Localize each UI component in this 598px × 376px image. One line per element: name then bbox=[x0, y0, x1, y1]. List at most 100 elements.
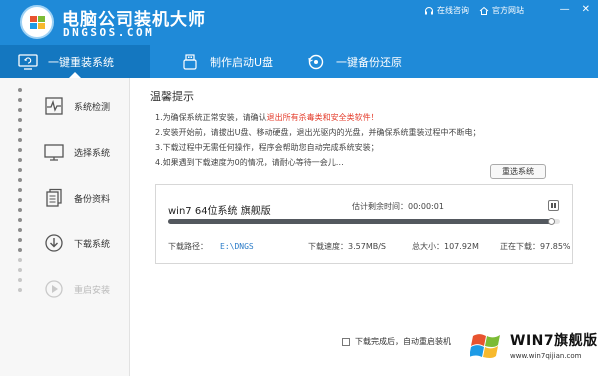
size-value: 107.92M bbox=[444, 242, 479, 251]
site-watermark: WIN7旗舰版 www.win7qijian.com bbox=[462, 320, 598, 376]
backup-restore-icon bbox=[308, 54, 324, 69]
windows-logo-icon bbox=[30, 16, 46, 30]
progress-dot bbox=[18, 208, 22, 212]
tip-text: 4.如果遇到下载速度为0的情况，请耐心等待一会儿… bbox=[155, 158, 344, 167]
progress-dot bbox=[18, 108, 22, 112]
tip-text: 3.下载过程中无需任何操作，程序会帮助您自动完成系统安装； bbox=[155, 143, 379, 152]
app-domain: DNGSOS.COM bbox=[63, 26, 155, 39]
progress-dot bbox=[18, 158, 22, 162]
tip-text: 1.为确保系统正常安装，请确认 bbox=[155, 113, 267, 122]
main-tabs: 一键重装系统 制作启动U盘 一键备份还原 bbox=[0, 45, 598, 78]
step-label: 系统检测 bbox=[74, 102, 111, 113]
auto-reboot-label: 下载完成后，自动重启装机 bbox=[355, 337, 451, 346]
progress-dot bbox=[18, 128, 22, 132]
step-label: 选择系统 bbox=[74, 148, 111, 159]
remaining-time: 估计剩余时间：00:00:01 bbox=[352, 201, 444, 212]
progress-dot bbox=[18, 178, 22, 182]
progress-dot bbox=[18, 88, 22, 92]
path-label: 下载路径： bbox=[168, 242, 208, 251]
step-system-check: 系统检测 bbox=[44, 96, 110, 116]
watermark-text: WIN7旗舰版 bbox=[510, 333, 598, 349]
progress-dot bbox=[18, 198, 22, 202]
download-path: 下载路径： E:\DNGS bbox=[168, 241, 254, 252]
usb-drive-icon bbox=[183, 53, 197, 70]
tab-reinstall-system[interactable]: 一键重装系统 bbox=[0, 45, 150, 78]
system-name: win7 64位系统 旗舰版 bbox=[168, 206, 271, 217]
size-label: 总大小： bbox=[412, 242, 444, 251]
reselect-system-button[interactable]: 重选系统 bbox=[490, 164, 546, 179]
tab-backup-restore[interactable]: 一键备份还原 bbox=[280, 45, 420, 78]
speed-value: 3.57MB/S bbox=[348, 242, 386, 251]
progress-dot bbox=[18, 238, 22, 242]
tip-item: 4.如果遇到下载速度为0的情况，请耐心等待一会儿… bbox=[155, 155, 480, 170]
watermark-url: www.win7qijian.com bbox=[510, 352, 582, 360]
step-restart-install: 重启安装 bbox=[44, 279, 110, 299]
tip-item: 1.为确保系统正常安装，请确认退出所有杀毒类和安全类软件！ bbox=[155, 110, 480, 125]
progress-knob bbox=[547, 218, 555, 225]
pause-button[interactable] bbox=[548, 200, 559, 211]
step-download-system: 下载系统 bbox=[44, 233, 110, 253]
status-value: 97.85% bbox=[540, 242, 571, 251]
tip-title: 温馨提示 bbox=[150, 90, 194, 103]
total-size: 总大小：107.92M bbox=[412, 241, 479, 252]
status-label: 正在下载： bbox=[500, 242, 540, 251]
monitor-icon bbox=[44, 144, 64, 161]
house-icon bbox=[479, 6, 489, 15]
remaining-label: 估计剩余时间： bbox=[352, 202, 408, 211]
step-backup-data: 备份资料 bbox=[44, 188, 110, 208]
step-label: 下载系统 bbox=[74, 239, 111, 250]
tip-item: 3.下载过程中无需任何操作，程序会帮助您自动完成系统安装； bbox=[155, 140, 480, 155]
window-controls: — ✕ bbox=[560, 4, 590, 15]
tip-warning: 退出所有杀毒类和安全类软件！ bbox=[266, 113, 379, 122]
app-header: 电脑公司装机大师 DNGSOS.COM 在线咨询 官方网站 — ✕ 一键重装系统… bbox=[0, 0, 598, 78]
top-links: 在线咨询 官方网站 bbox=[424, 5, 524, 16]
speed-label: 下载速度： bbox=[308, 242, 348, 251]
progress-fill bbox=[168, 219, 552, 224]
tip-item: 2.安装开始前，请拔出U盘、移动硬盘，退出光驱内的光盘，并确保系统重装过程中不断… bbox=[155, 125, 480, 140]
progress-dot bbox=[18, 188, 22, 192]
monitor-refresh-icon bbox=[18, 53, 38, 70]
progress-dot bbox=[18, 288, 22, 292]
tip-text: 2.安装开始前，请拔出U盘、移动硬盘，退出光驱内的光盘，并确保系统重装过程中不断… bbox=[155, 128, 481, 137]
tips-list: 1.为确保系统正常安装，请确认退出所有杀毒类和安全类软件！ 2.安装开始前，请拔… bbox=[155, 110, 480, 170]
online-consult-link[interactable]: 在线咨询 bbox=[424, 5, 469, 16]
download-panel: win7 64位系统 旗舰版 估计剩余时间：00:00:01 下载路径： E:\D… bbox=[155, 184, 573, 264]
steps-sidebar: 系统检测 选择系统 备份资料 下载系统 重启安装 bbox=[0, 78, 130, 376]
pulse-check-icon bbox=[45, 97, 63, 115]
close-button[interactable]: ✕ bbox=[582, 4, 590, 15]
minimize-button[interactable]: — bbox=[560, 4, 570, 15]
progress-dot bbox=[18, 268, 22, 272]
online-consult-label: 在线咨询 bbox=[437, 6, 469, 15]
progress-dot bbox=[18, 258, 22, 262]
auto-reboot-checkbox[interactable] bbox=[342, 337, 350, 346]
progress-dot bbox=[18, 228, 22, 232]
progress-dot bbox=[18, 168, 22, 172]
progress-dot bbox=[18, 278, 22, 282]
download-circle-icon bbox=[45, 234, 63, 252]
remaining-value: 00:00:01 bbox=[408, 202, 444, 211]
app-logo bbox=[20, 5, 54, 39]
progress-dot bbox=[18, 248, 22, 252]
documents-icon bbox=[46, 188, 62, 207]
official-site-link[interactable]: 官方网站 bbox=[479, 5, 524, 16]
progress-dot bbox=[18, 118, 22, 122]
restart-icon bbox=[45, 280, 63, 298]
progress-dot bbox=[18, 138, 22, 142]
tab-backup-label: 一键备份还原 bbox=[336, 55, 402, 69]
download-status: 正在下载：97.85% bbox=[500, 241, 571, 252]
progress-dot bbox=[18, 218, 22, 222]
download-speed: 下载速度：3.57MB/S bbox=[308, 241, 386, 252]
step-select-system: 选择系统 bbox=[44, 142, 110, 162]
step-label: 备份资料 bbox=[74, 194, 111, 205]
progress-dot bbox=[18, 98, 22, 102]
download-progress-bar bbox=[168, 218, 560, 225]
tab-reinstall-label: 一键重装系统 bbox=[48, 55, 114, 69]
path-value: E:\DNGS bbox=[220, 242, 254, 251]
tab-make-usb-label: 制作启动U盘 bbox=[210, 55, 274, 69]
step-label: 重启安装 bbox=[74, 285, 111, 296]
progress-dot bbox=[18, 148, 22, 152]
auto-reboot-option[interactable]: 下载完成后，自动重启装机 bbox=[342, 336, 451, 347]
headset-icon bbox=[425, 6, 433, 14]
tab-make-usb[interactable]: 制作启动U盘 bbox=[150, 45, 280, 78]
official-site-label: 官方网站 bbox=[492, 6, 524, 15]
